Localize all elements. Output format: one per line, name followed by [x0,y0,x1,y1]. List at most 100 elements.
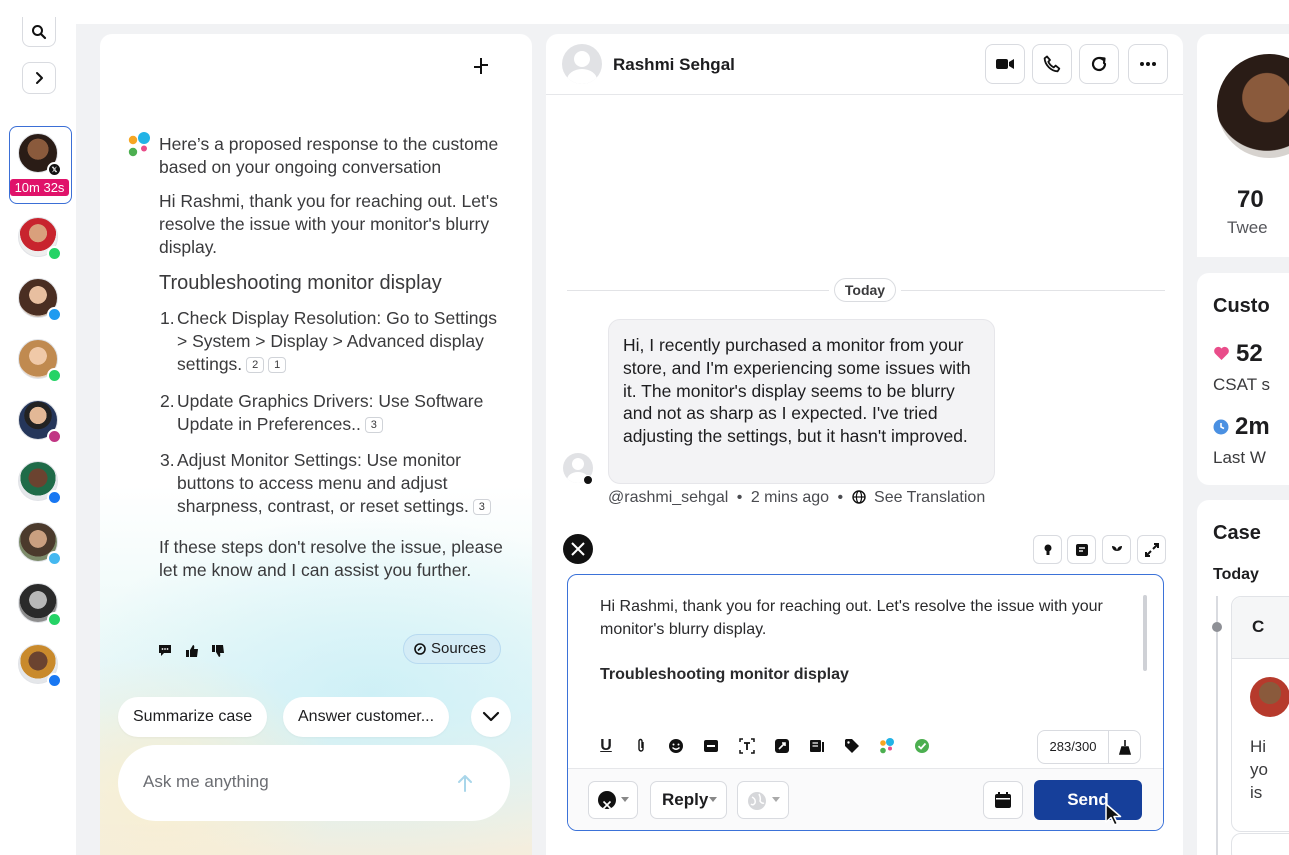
video-camera-icon [996,59,1014,69]
thumbs-down-icon[interactable] [211,644,225,658]
expand-rail-button[interactable] [22,62,56,94]
globe-icon [748,792,766,810]
reply-type-label: Reply [662,790,709,809]
sources-button[interactable]: Sources [403,634,501,664]
contact-avatar[interactable] [18,339,62,383]
emoji-button[interactable] [667,737,685,755]
tweets-count: 70 [1237,186,1264,213]
text-format-button[interactable] [738,737,756,755]
csat-value: 52 [1236,340,1263,367]
lightbulb-icon [1044,544,1051,555]
avatar [1250,677,1289,717]
underline-button[interactable]: U [597,737,615,755]
tweets-label: Twee [1227,218,1268,237]
thumbs-up-icon[interactable] [185,644,199,658]
twitter-channel-icon [47,307,62,322]
heart-icon [1214,346,1229,360]
case-item[interactable] [1231,833,1289,855]
ai-suggest-button[interactable] [1033,535,1062,564]
source-badge[interactable]: 3 [472,499,491,516]
tag-icon [845,739,859,753]
clean-icon[interactable] [1116,739,1132,755]
see-translation-link[interactable]: See Translation [874,489,985,506]
text-format-icon [739,738,755,754]
send-arrow-icon[interactable] [456,773,474,793]
insert-link-button[interactable] [773,737,791,755]
caret-down-icon [709,797,717,802]
wait-time-label: Last W [1213,448,1266,467]
phone-call-button[interactable] [1032,44,1072,84]
character-count: 283/300 [1049,739,1097,754]
app-root: 𝕏 10m 32s Here’s a proposed response to … [0,0,1289,855]
source-badge[interactable]: 1 [268,357,287,374]
schedule-button[interactable] [983,781,1023,819]
video-call-button[interactable] [985,44,1025,84]
contact-name: Rashmi Sehgal [613,55,735,74]
gif-button[interactable] [702,737,720,755]
summarize-case-chip[interactable]: Summarize case [118,697,268,737]
contact-avatar[interactable] [18,278,62,322]
case-history-card: Case Today C Hi yo is [1197,500,1289,855]
composer-heading[interactable]: Troubleshooting monitor display [600,663,1130,686]
ai-section-heading: Troubleshooting monitor display [159,272,442,294]
chevron-right-icon [36,72,43,84]
composer-footer: Reply Send [568,768,1163,830]
case-card-title: Case [1213,522,1261,544]
ask-input[interactable]: Ask me anything [118,745,510,821]
reply-composer[interactable]: Hi Rashmi, thank you for reaching out. L… [567,574,1164,831]
ai-assist-button[interactable] [878,737,896,755]
wait-timer-badge: 10m 32s [10,179,69,196]
message-handle[interactable]: @rashmi_sehgal [608,489,728,506]
case-item[interactable]: C Hi yo is [1231,596,1289,832]
conversation-panel: Rashmi Sehgal Today Hi, I recently purch… [546,34,1183,855]
note-icon [1075,543,1088,556]
composer-text[interactable]: Hi Rashmi, thank you for reaching out. L… [600,595,1130,641]
x-channel-icon: 𝕏 [47,162,62,177]
approve-button[interactable] [913,737,931,755]
meta-dot: • [736,489,743,506]
whatsapp-channel-icon [47,246,62,261]
tag-button[interactable] [843,737,861,755]
answer-customer-chip[interactable]: Answer customer... [283,697,450,737]
expand-composer-button[interactable] [1137,535,1166,564]
case-preview-line: Hi [1250,737,1267,756]
header-divider [546,94,1183,95]
send-button[interactable]: Send [1034,780,1142,820]
composer-scrollbar[interactable] [1143,595,1147,671]
clock-icon [1213,419,1229,435]
contact-avatar[interactable] [18,400,62,444]
contact-avatar[interactable] [18,461,62,505]
search-button[interactable] [22,17,56,47]
knowledge-base-button[interactable] [808,737,826,755]
divider [1108,731,1109,763]
contact-avatar[interactable] [18,583,62,627]
notes-button[interactable] [1067,535,1096,564]
comment-icon[interactable] [158,644,172,658]
more-chips-button[interactable] [471,697,511,737]
case-date-label: Today [1213,566,1259,583]
contact-avatar[interactable] [18,644,62,688]
mouse-cursor-icon [1105,803,1122,826]
check-circle-icon [915,739,929,753]
source-badge[interactable]: 2 [246,357,265,374]
collapse-icon[interactable] [470,56,492,78]
channel-select[interactable] [588,781,638,819]
underline-icon: U [600,737,612,754]
case-preview-text: Hi yo is [1250,735,1268,804]
book-icon [810,740,824,752]
character-counter: 283/300 [1037,730,1141,764]
attach-button[interactable] [632,737,650,755]
contact-avatar-active[interactable]: 𝕏 [18,133,62,177]
reply-type-select[interactable]: Reply [650,781,727,819]
contact-avatar[interactable] [18,522,62,566]
refresh-button[interactable] [1079,44,1119,84]
contact-avatar[interactable] [18,217,62,261]
avatar [562,44,602,84]
sprinklr-button[interactable] [1102,535,1131,564]
step-number: 3. [160,450,175,470]
step-text: Update Graphics Drivers: Use Software Up… [177,390,510,436]
source-badge[interactable]: 3 [364,417,383,434]
timeline-dot [1212,622,1222,632]
language-select[interactable] [737,781,789,819]
more-options-button[interactable] [1128,44,1168,84]
